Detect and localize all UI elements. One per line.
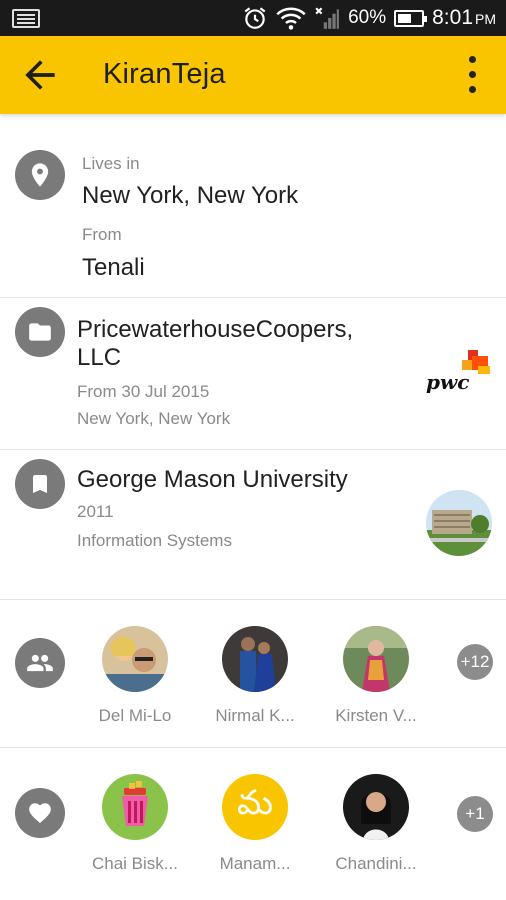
liked-page-item[interactable]: Chandini... <box>316 774 436 874</box>
liked-page-name: Chai Bisk... <box>92 854 178 873</box>
page-title: KiranTeja <box>103 58 226 90</box>
company-name-line2: LLC <box>77 344 122 371</box>
friend-name: Nirmal K... <box>215 706 295 725</box>
liked-page-item[interactable]: మ Manam... <box>195 774 315 874</box>
more-likes-button[interactable]: +1 <box>457 796 493 832</box>
location-section: Lives in New York, New York From Tenali <box>0 115 506 298</box>
avatar <box>222 626 288 692</box>
lives-in-value: New York, New York <box>82 182 299 209</box>
wifi-icon <box>276 7 306 30</box>
avatar: మ <box>222 774 288 840</box>
avatar <box>343 774 409 840</box>
more-vert-icon <box>469 56 476 63</box>
signal-icon <box>315 7 340 29</box>
work-location: New York, New York <box>77 409 231 428</box>
location-pin-icon <box>15 150 65 200</box>
more-vert-dot <box>469 86 476 93</box>
status-icons: 60% 8:01 PM <box>242 0 496 36</box>
from-value: Tenali <box>82 254 145 281</box>
bookmark-icon <box>15 459 65 509</box>
more-vert-dot <box>469 71 476 78</box>
battery-fill <box>398 13 412 23</box>
status-bar: 60% 8:01 PM <box>0 0 506 36</box>
avatar <box>102 626 168 692</box>
lives-in-label: Lives in <box>82 154 140 173</box>
pwc-logo-text: pwc <box>426 370 470 394</box>
notification-icon <box>12 9 40 28</box>
education-field: Information Systems <box>77 531 232 550</box>
school-photo <box>426 490 492 556</box>
avatar <box>343 626 409 692</box>
app-toolbar: KiranTeja <box>0 36 506 114</box>
education-year: 2011 <box>77 502 114 521</box>
people-icon <box>15 638 65 688</box>
friend-item[interactable]: Nirmal K... <box>195 626 315 726</box>
more-friends-button[interactable]: +12 <box>457 644 493 680</box>
alarm-icon <box>244 7 266 29</box>
liked-page-name: Manam... <box>219 854 291 873</box>
likes-section: Chai Bisk... మ Manam... Chandini... +1 <box>0 748 506 900</box>
pwc-logo: pwc <box>426 346 492 400</box>
clock-time: 8:01 <box>432 6 473 29</box>
work-section[interactable]: PricewaterhouseCoopers, LLC From 30 Jul … <box>0 298 506 450</box>
clock: 8:01 PM <box>432 6 496 30</box>
school-name: George Mason University <box>77 466 348 493</box>
clock-ampm: PM <box>475 11 496 27</box>
company-name-line1: PricewaterhouseCoopers, <box>77 316 354 343</box>
folder-icon <box>15 307 65 357</box>
friends-section: Del Mi-Lo Nirmal K... Kirsten V... +12 <box>0 600 506 748</box>
friend-name: Kirsten V... <box>335 706 417 725</box>
overflow-menu-button[interactable] <box>458 53 488 97</box>
friend-item[interactable]: Del Mi-Lo <box>75 626 195 726</box>
avatar <box>102 774 168 840</box>
manam-glyph: మ <box>237 783 273 823</box>
work-since: From 30 Jul 2015 <box>77 382 210 401</box>
back-button[interactable] <box>18 53 62 97</box>
friend-item[interactable]: Kirsten V... <box>316 626 436 726</box>
from-label: From <box>82 225 122 244</box>
friend-name: Del Mi-Lo <box>98 706 172 725</box>
liked-page-name: Chandini... <box>335 854 417 873</box>
arrow-back-icon <box>25 60 55 90</box>
battery-icon <box>394 9 428 27</box>
liked-page-item[interactable]: Chai Bisk... <box>75 774 195 874</box>
heart-icon <box>15 788 65 838</box>
battery-percent: 60% <box>348 7 387 28</box>
education-section[interactable]: George Mason University 2011 Information… <box>0 450 506 600</box>
